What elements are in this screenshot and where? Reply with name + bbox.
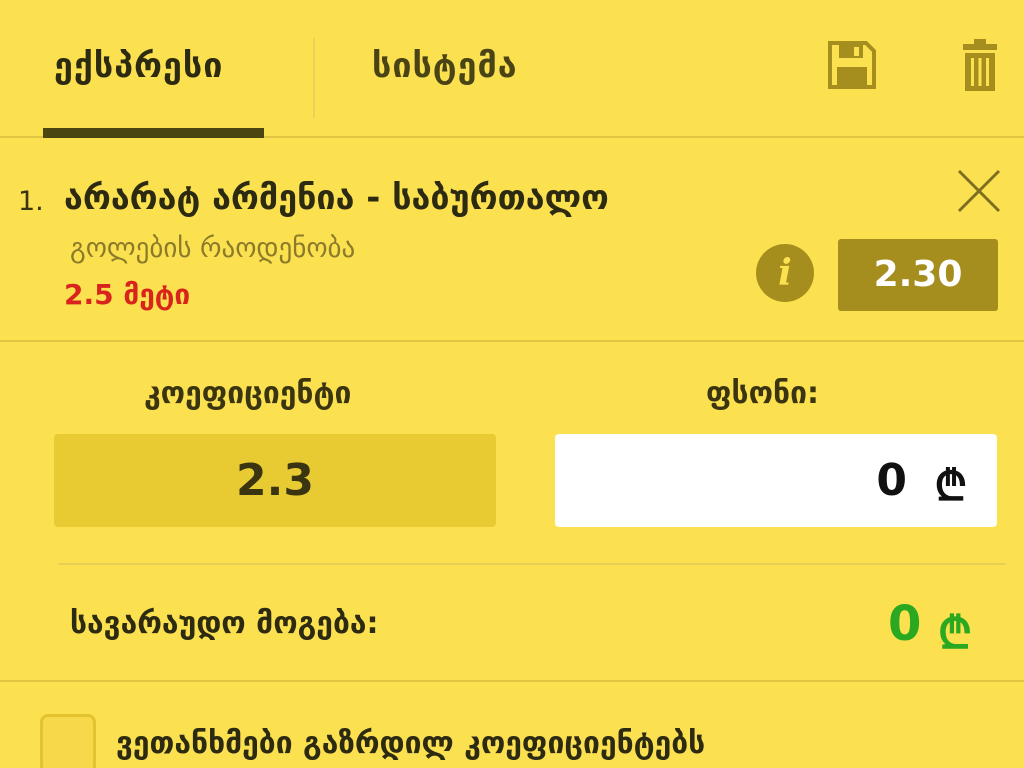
accept-odds-checkbox[interactable] xyxy=(40,714,96,768)
divider xyxy=(58,563,1006,565)
close-icon[interactable] xyxy=(956,168,1002,214)
divider xyxy=(0,680,1024,682)
possible-win-label: სავარაუდო მოგება: xyxy=(70,606,379,641)
win-currency-icon: ₾ xyxy=(938,608,972,659)
save-icon[interactable] xyxy=(828,41,876,89)
accept-odds-label[interactable]: ვეთანხმები გაზრდილ კოეფიციენტებს xyxy=(116,726,705,761)
bet-item: 1. არარატ არმენია - საბურთალო გოლების რა… xyxy=(0,138,1024,342)
tab-system[interactable]: სისტემა xyxy=(372,46,518,86)
tab-express[interactable]: ექსპრესი xyxy=(54,46,223,86)
market-name: გოლების რაოდენობა xyxy=(70,233,356,264)
selection-name: 2.5 მეტი xyxy=(64,278,191,311)
stake-value: 0 xyxy=(876,455,907,506)
trash-icon[interactable] xyxy=(961,39,999,91)
stake-label: ფსონი: xyxy=(706,376,819,411)
possible-win-value: 0 xyxy=(888,596,922,652)
coefficient-value: 2.3 xyxy=(54,434,496,527)
stake-input[interactable]: 0 ₾ xyxy=(555,434,997,527)
betslip-tabs: ექსპრესი სისტემა xyxy=(0,0,1024,138)
lari-currency-icon: ₾ xyxy=(934,461,967,510)
match-title: არარატ არმენია - საბურთალო xyxy=(64,178,609,218)
coefficient-label: კოეფიციენტი xyxy=(144,376,352,411)
active-tab-indicator xyxy=(43,128,264,138)
bet-index: 1. xyxy=(18,186,44,217)
odd-badge: 2.30 xyxy=(838,239,998,311)
info-icon[interactable]: i xyxy=(756,244,814,302)
tab-divider xyxy=(313,38,315,118)
betslip-panel: ექსპრესი სისტემა 1. არარატ არმენია - საბ… xyxy=(0,0,1024,768)
